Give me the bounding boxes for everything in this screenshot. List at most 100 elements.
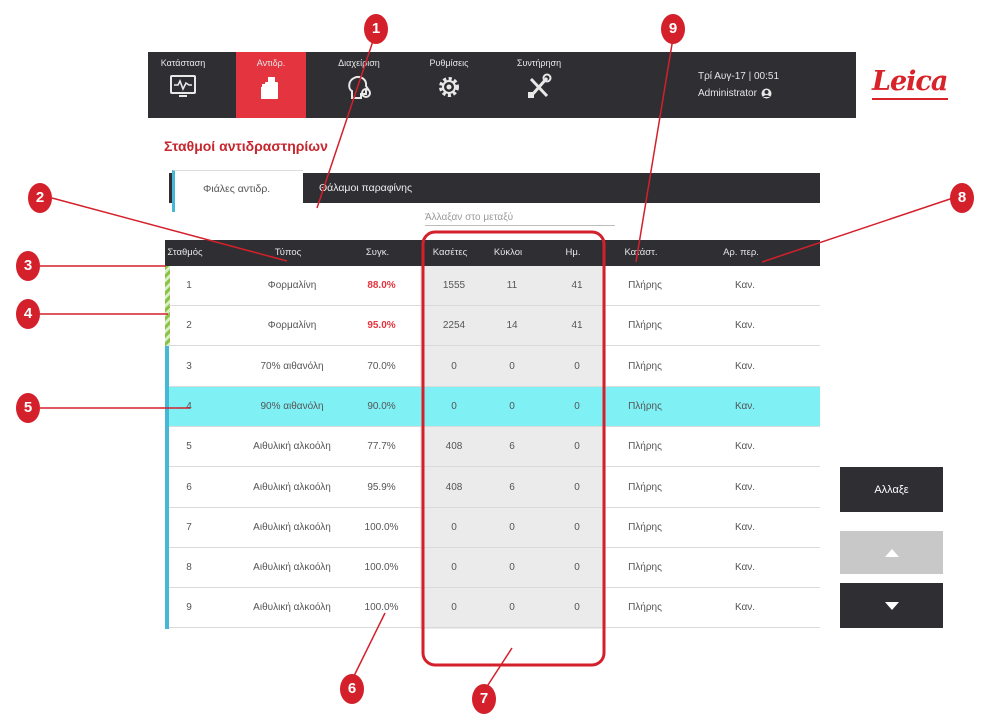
nav-tab-maintenance[interactable]: Συντήρηση — [504, 52, 574, 118]
nav-tab-settings-label: Ρυθμίσεις — [429, 58, 469, 68]
cell-station: 9 — [186, 602, 192, 614]
cell-exposure: Καν. — [734, 280, 756, 291]
cell-exposure: Καν. — [734, 360, 756, 372]
brand-logo-underline — [872, 98, 948, 100]
nav-tab-administration[interactable]: Διαχείριση — [324, 52, 394, 118]
cell-station: 1 — [186, 280, 192, 291]
table-header: Σταθμός Τύπος Συγκ. Κασέτες Κύκλοι Ημ. Κ… — [165, 240, 820, 266]
cell-cycles: 11 — [506, 280, 518, 291]
table-row[interactable]: 6 Αιθυλική αλκοόλη 95.9% 408 6 0 Πλήρης Καν. — [169, 468, 820, 508]
scroll-up-button[interactable] — [840, 531, 943, 574]
cell-status: Πλήρης — [628, 521, 662, 533]
cell-cycles: 0 — [509, 360, 515, 372]
cell-cycles: 6 — [509, 441, 515, 453]
cell-cycles: 6 — [509, 481, 515, 493]
nav-tab-status-label: Κατάσταση — [160, 58, 206, 68]
cell-cassettes: 0 — [451, 562, 457, 574]
cell-days: 0 — [574, 441, 580, 453]
cell-concentration: 77.7% — [367, 441, 396, 453]
cell-cassettes: 408 — [445, 481, 463, 493]
changed-meanwhile-note: Άλλαξαν στο μεταξύ — [425, 212, 615, 226]
table-row[interactable]: 2 Φορμαλίνη 95.0% 2254 14 41 Πλήρης Καν. — [169, 306, 820, 347]
cell-cassettes: 1555 — [442, 280, 466, 291]
cell-status: Πλήρης — [628, 562, 662, 574]
col-header-days: Ημ. — [565, 247, 581, 258]
reagent-bottle-icon — [261, 77, 278, 99]
cell-status: Πλήρης — [628, 360, 662, 372]
cell-concentration: 95.0% — [367, 320, 396, 332]
cell-station: 4 — [186, 400, 192, 412]
cell-days: 41 — [571, 280, 583, 291]
cell-type: Αιθυλική αλκοόλη — [253, 521, 331, 533]
callout-2: 2 — [28, 183, 52, 213]
cell-exposure: Καν. — [734, 562, 756, 574]
cell-cycles: 0 — [509, 562, 515, 574]
col-header-cassettes: Κασέτες — [432, 247, 468, 258]
cell-type: 90% αιθανόλη — [260, 400, 324, 412]
cell-cycles: 0 — [509, 400, 515, 412]
table-row[interactable]: 8 Αιθυλική αλκοόλη 100.0% 0 0 0 Πλήρης Καν. — [169, 548, 820, 589]
cell-exposure: Καν. — [734, 441, 756, 453]
user-avatar-icon — [761, 88, 772, 99]
callout-5: 5 — [16, 393, 40, 423]
cell-cycles: 0 — [509, 602, 515, 614]
cell-type: Φορμαλίνη — [267, 280, 317, 291]
col-header-exposure: Αρ. περ. — [723, 247, 759, 258]
triangle-up-icon — [884, 548, 899, 557]
cell-concentration: 70.0% — [367, 360, 396, 372]
cell-exposure: Καν. — [734, 521, 756, 533]
cell-status: Πλήρης — [628, 280, 662, 291]
table-row[interactable]: 7 Αιθυλική αλκοόλη 100.0% 0 0 0 Πλήρης Καν. — [169, 508, 820, 548]
user-row[interactable]: Administrator — [698, 85, 779, 102]
page-title: Σταθμοί αντιδραστηρίων — [164, 138, 328, 154]
cell-type: Αιθυλική αλκοόλη — [253, 562, 331, 574]
table-row[interactable]: 1 Φορμαλίνη 88.0% 1555 11 41 Πλήρης Καν. — [169, 266, 820, 306]
callout-8: 8 — [950, 183, 974, 213]
cell-days: 0 — [574, 521, 580, 533]
callout-1: 1 — [364, 14, 388, 44]
change-button[interactable]: Αλλαξε — [840, 467, 943, 512]
col-header-status: Κατάστ. — [624, 247, 658, 258]
cell-exposure: Καν. — [734, 602, 756, 614]
cell-type: Φορμαλίνη — [267, 320, 317, 332]
cell-status: Πλήρης — [628, 320, 662, 332]
datetime-text: Τρί Αυγ-17 | 00:51 — [698, 71, 780, 82]
cell-status: Πλήρης — [628, 441, 662, 453]
nav-tab-reagents[interactable]: Αντιδρ. — [236, 52, 306, 118]
callout-6: 6 — [340, 674, 364, 704]
triangle-down-icon — [884, 601, 899, 610]
tab-reagent-bottles[interactable]: Φιάλες αντιδρ. — [172, 170, 303, 212]
cell-status: Πλήρης — [628, 400, 662, 412]
col-header-concentration: Συγκ. — [365, 247, 390, 258]
nav-tab-status[interactable]: Κατάσταση — [148, 52, 218, 118]
table-row[interactable]: 9 Αιθυλική αλκοόλη 100.0% 0 0 0 Πλήρης Καν. — [169, 588, 820, 629]
cell-cassettes: 0 — [451, 360, 457, 372]
cell-exposure: Καν. — [734, 320, 756, 332]
cell-status: Πλήρης — [628, 602, 662, 614]
cell-type: 70% αιθανόλη — [260, 360, 324, 372]
scroll-down-button[interactable] — [840, 583, 943, 628]
col-header-cycles: Κύκλοι — [493, 247, 523, 258]
cell-cassettes: 0 — [451, 400, 457, 412]
maintenance-tools-icon — [528, 73, 552, 98]
status-monitor-icon — [170, 75, 196, 97]
cell-station: 7 — [186, 521, 192, 533]
table-row[interactable]: 3 70% αιθανόλη 70.0% 0 0 0 Πλήρης Καν. — [169, 347, 820, 387]
brand-logo: Leica — [856, 52, 967, 118]
cell-cassettes: 2254 — [442, 320, 466, 332]
nav-tab-settings[interactable]: Ρυθμίσεις — [414, 52, 484, 118]
cell-station: 6 — [186, 481, 192, 493]
cell-cassettes: 0 — [451, 602, 457, 614]
top-nav-bar: Κατάσταση Αντιδρ. Διαχείριση Ρυθμίσεις Σ… — [148, 52, 967, 118]
tab-paraffin-baths[interactable]: Θάλαμοι παραφίνης — [305, 173, 412, 203]
admin-head-gear-icon — [348, 76, 371, 99]
table-row[interactable]: 5 Αιθυλική αλκοόλη 77.7% 408 6 0 Πλήρης Καν. — [169, 427, 820, 468]
cell-concentration: 100.0% — [364, 562, 399, 574]
callout-9: 9 — [661, 14, 685, 44]
cell-concentration: 95.9% — [367, 481, 396, 493]
cell-cycles: 0 — [509, 521, 515, 533]
cell-concentration: 100.0% — [364, 602, 399, 614]
cell-exposure: Καν. — [734, 481, 756, 493]
table-row[interactable]: 4 90% αιθανόλη 90.0% 0 0 0 Πλήρης Καν. — [169, 386, 820, 427]
cell-station: 5 — [186, 441, 192, 453]
